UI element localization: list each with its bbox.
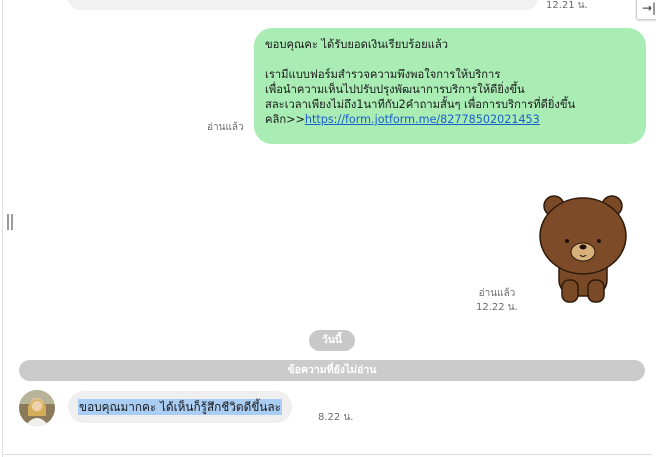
previous-message-bubble [68, 0, 538, 10]
message-line: ขอบคุณคะ ได้รับยอดเงินเรียบร้อยแล้ว [265, 38, 448, 51]
bottom-border [2, 454, 652, 455]
date-divider-today: วันนี้ [309, 330, 355, 351]
left-border [2, 0, 3, 457]
survey-link[interactable]: https://form.jotform.me/82778502021453 [305, 113, 540, 126]
exit-arrow-icon[interactable]: →| [636, 0, 656, 20]
drag-handle-icon[interactable] [7, 214, 13, 230]
message-time: 12.21 น. [546, 0, 588, 11]
incoming-message-bubble[interactable]: ขอบคุณมากคะ ได้เห็นก็รู้สึกชีวิตดีขึ้นละ [68, 391, 292, 423]
message-time: 12.22 น. [476, 302, 518, 313]
unread-divider: ข้อความที่ยังไม่อ่าน [19, 360, 645, 381]
read-receipt: อ่านแล้ว [478, 288, 516, 299]
message-time: 8.22 น. [318, 412, 354, 423]
read-receipt: อ่านแล้ว [207, 122, 244, 133]
brown-bear-sticker-icon[interactable] [536, 192, 630, 304]
incoming-message-text: ขอบคุณมากคะ ได้เห็นก็รู้สึกชีวิตดีขึ้นละ [78, 399, 282, 415]
message-line: เพื่อนำความเห็นไปปรับปรุงพัฒนาการบริการใ… [265, 83, 525, 96]
message-line: สละเวลาเพียงไม่ถึง1นาทีกับ2คำถามสั้นๆ เพ… [265, 98, 576, 111]
link-prefix: คลิก>> [265, 113, 305, 126]
sticker-read-info: อ่านแล้ว 12.22 น. [476, 287, 518, 315]
message-line: เรามีแบบฟอร์มสำรวจความพึงพอใจการให้บริกา… [265, 68, 501, 81]
outgoing-message-bubble[interactable]: ขอบคุณคะ ได้รับยอดเงินเรียบร้อยแล้ว เราม… [254, 28, 646, 144]
avatar[interactable] [19, 390, 55, 426]
